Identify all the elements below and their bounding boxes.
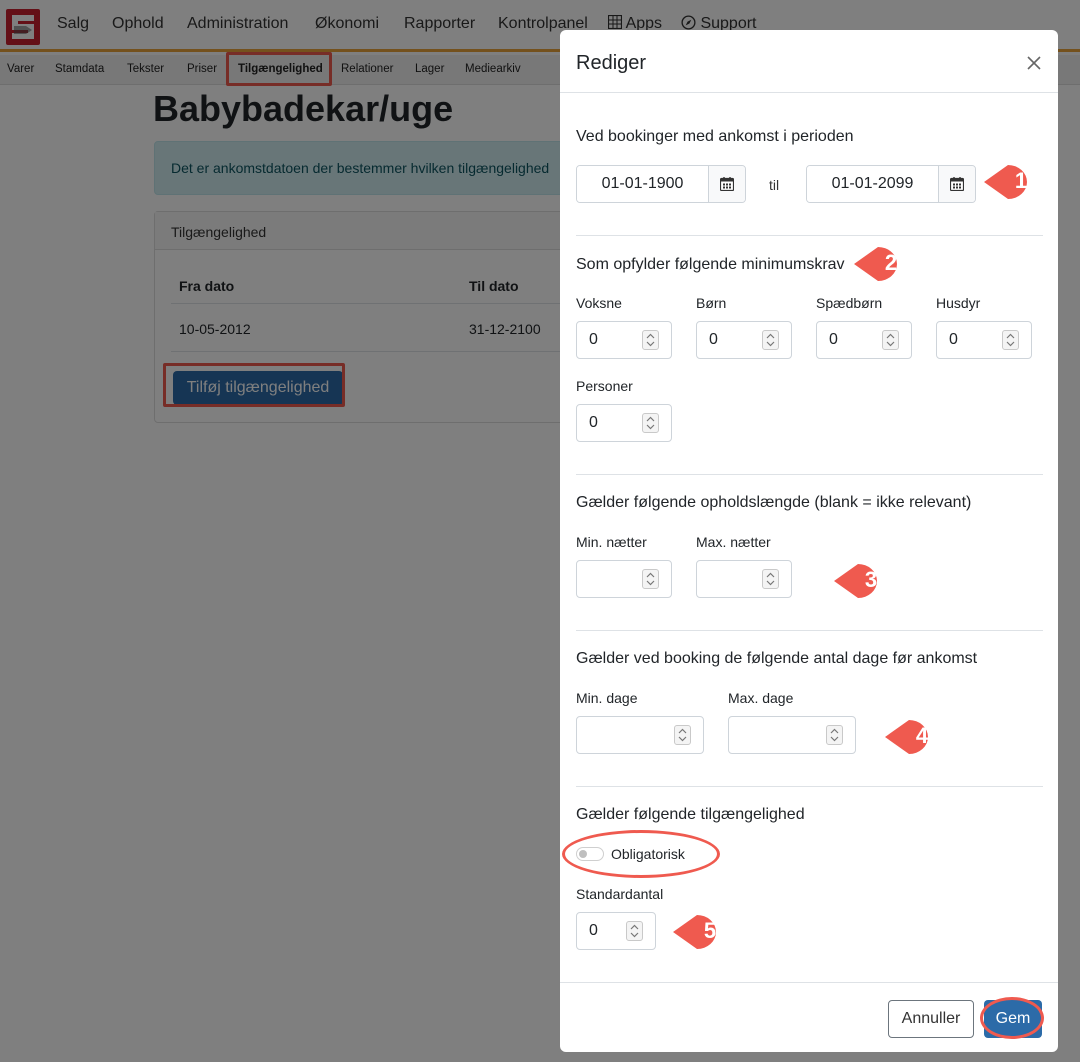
adults-input[interactable] [577, 322, 641, 358]
callout-marker-2: 2 [852, 243, 914, 285]
callout-marker-1: 1 [982, 161, 1044, 203]
callout-number: 4 [915, 723, 929, 748]
max-nights-field [696, 560, 792, 598]
children-label: Børn [696, 295, 727, 311]
children-input[interactable] [697, 322, 761, 358]
children-field [696, 321, 792, 359]
modal-title: Rediger [576, 52, 647, 74]
stay-length-heading: Gælder følgende opholdslængde (blank = i… [576, 494, 972, 511]
period-heading: Ved bookinger med ankomst i perioden [576, 128, 854, 145]
min-nights-spinner[interactable] [642, 569, 659, 589]
modal-footer-divider [560, 982, 1058, 983]
children-spinner[interactable] [762, 330, 779, 350]
infants-spinner[interactable] [882, 330, 899, 350]
persons-input[interactable] [577, 405, 641, 441]
spinner-arrows-icon [1006, 333, 1015, 347]
callout-marker-3: 3 [832, 560, 894, 602]
from-date-picker-button[interactable] [708, 166, 745, 202]
calendar-icon [720, 177, 734, 191]
infants-input[interactable] [817, 322, 881, 358]
min-nights-field [576, 560, 672, 598]
callout-marker-4: 4 [883, 716, 945, 758]
save-highlight-ellipse [980, 997, 1044, 1039]
spinner-arrows-icon [630, 924, 639, 938]
to-date-input[interactable] [807, 166, 938, 202]
persons-label: Personer [576, 378, 633, 394]
default-count-input[interactable] [577, 913, 625, 949]
min-days-input[interactable] [577, 717, 673, 753]
min-nights-label: Min. nætter [576, 534, 647, 550]
adults-label: Voksne [576, 295, 622, 311]
callout-number: 5 [703, 918, 717, 943]
pets-spinner[interactable] [1002, 330, 1019, 350]
mandatory-highlight-ellipse [562, 830, 720, 878]
max-nights-input[interactable] [697, 561, 761, 597]
max-nights-spinner[interactable] [762, 569, 779, 589]
pets-field [936, 321, 1032, 359]
max-days-field [728, 716, 856, 754]
max-nights-label: Max. nætter [696, 534, 771, 550]
spinner-arrows-icon [766, 333, 775, 347]
section-divider [576, 630, 1043, 631]
section-divider [576, 235, 1043, 236]
modal-header-divider [560, 92, 1058, 93]
max-days-spinner[interactable] [826, 725, 843, 745]
persons-field [576, 404, 672, 442]
adults-field [576, 321, 672, 359]
spinner-arrows-icon [678, 728, 687, 742]
spinner-arrows-icon [766, 572, 775, 586]
close-button[interactable] [1023, 52, 1045, 74]
pets-label: Husdyr [936, 295, 981, 311]
pets-input[interactable] [937, 322, 1001, 358]
spinner-arrows-icon [646, 416, 655, 430]
callout-marker-5: 5 [671, 911, 733, 953]
cancel-button[interactable]: Annuller [888, 1000, 974, 1038]
default-count-label: Standardantal [576, 886, 664, 902]
min-days-spinner[interactable] [674, 725, 691, 745]
date-range-separator: til [769, 177, 780, 193]
min-days-field [576, 716, 704, 754]
close-icon [1027, 56, 1041, 70]
to-date-picker-button[interactable] [938, 166, 975, 202]
min-days-label: Min. dage [576, 690, 638, 706]
max-days-input[interactable] [729, 717, 825, 753]
callout-number: 1 [1014, 168, 1028, 193]
infants-field [816, 321, 912, 359]
requirements-heading: Som opfylder følgende minimumskrav [576, 256, 845, 273]
from-date-input[interactable] [577, 166, 708, 202]
to-date-group [806, 165, 976, 203]
min-nights-input[interactable] [577, 561, 641, 597]
max-days-label: Max. dage [728, 690, 794, 706]
spinner-arrows-icon [646, 333, 655, 347]
callout-number: 3 [864, 567, 878, 592]
adults-spinner[interactable] [642, 330, 659, 350]
section-divider [576, 786, 1043, 787]
default-count-field [576, 912, 656, 950]
default-count-spinner[interactable] [626, 921, 643, 941]
spinner-arrows-icon [886, 333, 895, 347]
spinner-arrows-icon [646, 572, 655, 586]
calendar-icon [950, 177, 964, 191]
from-date-group [576, 165, 746, 203]
section-divider [576, 474, 1043, 475]
callout-number: 2 [884, 250, 898, 275]
days-before-heading: Gælder ved booking de følgende antal dag… [576, 650, 978, 667]
availability-heading: Gælder følgende tilgængelighed [576, 806, 805, 823]
spinner-arrows-icon [830, 728, 839, 742]
persons-spinner[interactable] [642, 413, 659, 433]
infants-label: Spædbørn [816, 295, 883, 311]
